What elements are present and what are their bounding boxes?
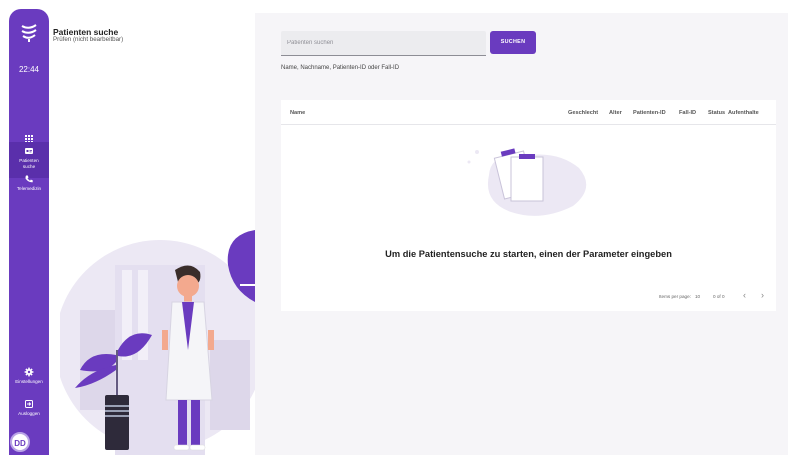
gear-icon [24,367,34,377]
paginator-range: 0 of 0 [713,294,725,299]
sidebar-item-ausloggen[interactable]: Ausloggen [9,399,49,421]
doctor-illustration [60,230,260,455]
items-per-page-label: Items per page: [659,294,691,299]
sidebar-item-label: Patienten suche [19,158,39,169]
search-input[interactable] [281,31,486,55]
sidebar-item-patienten-suche[interactable]: Patienten suche [9,142,49,178]
avatar[interactable]: DD [10,432,30,452]
column-header-patienten-id[interactable]: Patienten-ID [633,110,666,116]
search-panel: SUCHEN Name, Nachname, Patienten-ID oder… [255,13,788,455]
results-table: Name Geschlecht Alter Patienten-ID Fall-… [281,100,776,311]
logout-icon [25,400,33,408]
table-header: Name Geschlecht Alter Patienten-ID Fall-… [281,100,776,125]
app-logo-icon [21,24,37,42]
page-subtitle: Prüfen (nicht bearbeitbar) [53,36,124,43]
column-header-alter[interactable]: Alter [609,110,622,116]
column-header-aufenthalte[interactable]: Aufenthalte [728,110,759,116]
sidebar-item-label: Telemedizin [16,186,42,191]
sidebar-item-einstellungen[interactable]: Einstellungen [9,367,49,389]
column-header-name[interactable]: Name [290,110,305,116]
next-page-button[interactable]: › [761,290,764,300]
clock: 22:44 [18,65,40,74]
empty-state-illustration [467,148,587,216]
phone-icon [25,175,33,183]
empty-state-message: Um die Patientensuche zu starten, einen … [385,249,672,259]
search-button[interactable]: SUCHEN [490,31,536,54]
search-hint: Name, Nachname, Patienten-ID oder Fall-I… [281,65,400,71]
column-header-status[interactable]: Status [708,110,725,116]
search-field[interactable] [281,31,486,56]
id-card-icon [25,148,33,154]
previous-page-button[interactable]: ‹ [743,290,746,300]
sidebar: 22:44 Alle Patienten Patienten suche Tel… [9,9,49,455]
column-header-geschlecht[interactable]: Geschlecht [568,110,598,116]
sidebar-item-telemedizin[interactable]: Telemedizin [9,174,49,196]
column-header-fall-id[interactable]: Fall-ID [679,110,696,116]
sidebar-item-label: Einstellungen [15,379,43,384]
sidebar-item-label: Ausloggen [18,411,40,416]
items-per-page-select[interactable]: 10 [695,294,700,299]
